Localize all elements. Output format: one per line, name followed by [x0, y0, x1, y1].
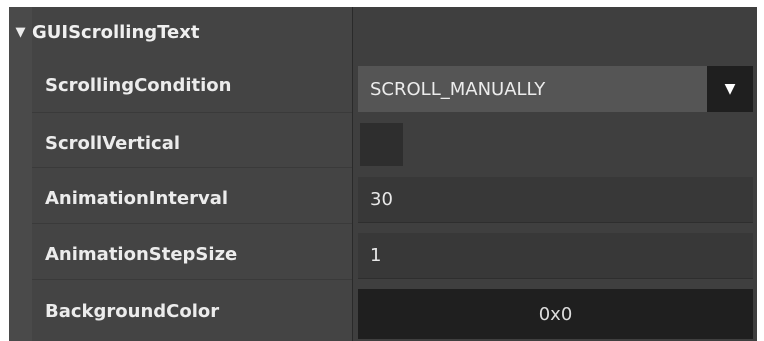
row-divider — [32, 223, 352, 224]
scroll-vertical-checkbox[interactable] — [360, 123, 403, 166]
collapse-toggle-icon[interactable]: ▼ — [9, 7, 32, 57]
animation-interval-label: AnimationInterval — [45, 188, 229, 209]
background-color-value: 0x0 — [538, 303, 573, 325]
animation-interval-input[interactable]: 30 — [358, 177, 753, 223]
label-column — [9, 7, 352, 341]
animation-step-size-label: AnimationStepSize — [45, 244, 238, 265]
scroll-vertical-label: ScrollVertical — [45, 133, 181, 154]
scrolling-condition-label: ScrollingCondition — [45, 75, 232, 96]
row-divider — [32, 112, 352, 113]
animation-step-size-input[interactable]: 1 — [358, 233, 753, 279]
background-color-label: BackgroundColor — [45, 301, 220, 322]
section-title: GUIScrollingText — [32, 21, 200, 43]
scrolling-condition-dropdown[interactable]: SCROLL_MANUALLY ▼ — [358, 66, 753, 112]
section-header[interactable]: ▼ GUIScrollingText — [9, 7, 352, 57]
scrolling-condition-value: SCROLL_MANUALLY — [370, 78, 546, 100]
dropdown-arrow-icon[interactable]: ▼ — [707, 66, 753, 112]
row-divider — [32, 279, 352, 280]
animation-interval-value: 30 — [370, 189, 393, 210]
indent-gutter — [9, 7, 32, 341]
property-panel: ▼ GUIScrollingText ScrollingCondition SC… — [9, 7, 757, 341]
background-color-picker[interactable]: 0x0 — [358, 289, 753, 339]
animation-step-size-value: 1 — [370, 245, 382, 266]
row-divider — [32, 167, 352, 168]
